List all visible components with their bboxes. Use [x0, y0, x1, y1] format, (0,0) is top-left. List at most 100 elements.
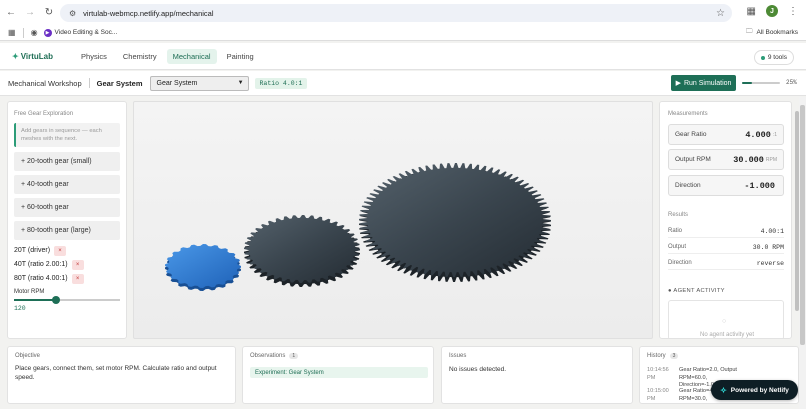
bookmarks-bar: ▦ ◉ ▶ Video Editing & Soc... 🗀 All Bookm…	[0, 25, 806, 41]
result-value: reverse	[756, 259, 784, 267]
tab-mechanical[interactable]: Mechanical	[166, 48, 217, 64]
forward-icon[interactable]: →	[22, 5, 38, 21]
tab-painting[interactable]: Painting	[221, 49, 260, 64]
issues-title: Issues	[449, 353, 467, 359]
remove-gear-button[interactable]: ×	[54, 245, 67, 256]
tab-physics[interactable]: Physics	[75, 49, 113, 64]
reload-icon[interactable]: ↻	[41, 5, 57, 21]
observation-item: Experiment: Gear System	[250, 367, 428, 378]
observations-count: 1	[289, 353, 299, 359]
all-bookmarks[interactable]: 🗀 All Bookmarks	[746, 27, 798, 38]
back-icon[interactable]: ←	[3, 5, 19, 21]
measurement-value: 4.000	[745, 129, 771, 140]
apps-grid-icon[interactable]: ▦	[8, 28, 16, 37]
add-80-tooth-button[interactable]: + 80-tooth gear (large)	[14, 221, 120, 240]
add-40-tooth-button[interactable]: + 40-tooth gear	[14, 175, 120, 194]
netlify-label: Powered by Netlify	[730, 386, 789, 394]
result-label: Direction	[668, 260, 692, 266]
observations-panel: Observations 1 Experiment: Gear System	[242, 346, 434, 404]
netlify-icon: ✧	[720, 385, 727, 395]
bookmark-label: Video Editing & Soc...	[54, 29, 118, 36]
bookmark-star-icon[interactable]: ☆	[716, 8, 725, 19]
all-bookmarks-label: All Bookmarks	[756, 29, 798, 36]
extensions-icon[interactable]: ▦	[747, 6, 756, 17]
motor-rpm-slider[interactable]	[14, 296, 120, 304]
add-60-tooth-button[interactable]: + 60-tooth gear	[14, 198, 120, 217]
motor-rpm-fill	[14, 299, 57, 301]
motor-rpm-label: Motor RPM	[14, 289, 45, 295]
browser-toolbar: ← → ↻ ⚙ virtulab-webmcp.netlify.app/mech…	[0, 0, 806, 25]
measurement-unit: RPM	[765, 156, 777, 163]
browser-menu-icon[interactable]: ⋮	[788, 6, 798, 17]
motor-rpm-thumb[interactable]	[52, 296, 61, 304]
remove-gear-button[interactable]: ×	[71, 259, 84, 270]
tools-badge[interactable]: 9 tools	[753, 50, 794, 65]
results-heading: Results	[668, 212, 689, 218]
page-scrollbar[interactable]	[799, 97, 806, 409]
panel-heading: Free Gear Exploration	[14, 111, 74, 117]
logo-spark-icon: ✦	[12, 51, 19, 61]
measurement-value: 30.000	[733, 154, 764, 165]
observations-title: Observations	[250, 353, 286, 359]
gear-80-tooth[interactable]	[359, 163, 551, 282]
issues-text: No issues detected.	[449, 366, 507, 373]
address-bar[interactable]: ⚙ virtulab-webmcp.netlify.app/mechanical…	[60, 4, 732, 22]
netlify-badge[interactable]: ✧ Powered by Netlify	[711, 380, 798, 400]
experiment-select[interactable]: Gear System ▼	[149, 75, 249, 91]
status-dot-icon	[760, 55, 765, 60]
result-row: Output 30.0 RPM	[668, 241, 784, 254]
experiment-name: Gear System	[96, 78, 143, 88]
gear-controls-panel: Free Gear Exploration Add gears in seque…	[7, 101, 127, 339]
result-row: Direction reverse	[668, 257, 784, 270]
measurement-gear-ratio: Gear Ratio 4.000 :1	[668, 124, 784, 145]
workshop-toolbar: Mechanical Workshop Gear System Gear Sys…	[0, 71, 806, 96]
toolbar-divider	[88, 78, 90, 88]
motor-rpm-value: 120	[14, 305, 26, 312]
agent-activity-label: AGENT ACTIVITY	[673, 288, 725, 294]
measurement-unit: :1	[772, 131, 777, 138]
folder-icon: 🗀	[745, 28, 753, 35]
gear-20-tooth-driver[interactable]	[165, 244, 241, 291]
objective-title: Objective	[15, 353, 41, 359]
agent-empty-text: No agent activity yet	[699, 332, 755, 338]
bookmark-video-editing[interactable]: ▶ Video Editing & Soc...	[43, 28, 118, 37]
tab-chemistry[interactable]: Chemistry	[117, 49, 163, 64]
gear-label: 80T (ratio 4.00:1)	[14, 275, 68, 282]
speed-value: 25%	[786, 79, 797, 86]
gear-40-tooth[interactable]	[244, 215, 360, 287]
logo-text: VirtuLab	[20, 51, 54, 61]
simulation-canvas[interactable]	[133, 101, 653, 339]
play-icon: ▶	[675, 80, 681, 87]
gear-list-item: 80T (ratio 4.00:1) ×	[14, 273, 84, 284]
run-simulation-button[interactable]: ▶ Run Simulation	[671, 75, 736, 91]
agent-activity-box: ○ No agent activity yet	[668, 300, 784, 338]
workshop-title: Mechanical Workshop	[8, 78, 82, 88]
gear-list-item: 40T (ratio 2.00:1) ×	[14, 259, 84, 270]
app-logo[interactable]: ✦ VirtuLab	[12, 52, 53, 61]
app-navbar: ✦ VirtuLab Physics Chemistry Mechanical P…	[0, 43, 806, 70]
result-row: Ratio 4.00:1	[668, 225, 784, 238]
agent-icon: ○	[722, 318, 727, 325]
remove-gear-button[interactable]: ×	[71, 273, 84, 284]
speed-slider[interactable]	[742, 82, 780, 84]
gear-list-item: 20T (driver) ×	[14, 245, 67, 256]
agent-activity-title: ● AGENT ACTIVITY	[668, 288, 725, 294]
measurement-output-rpm: Output RPM 30.000 RPM	[668, 149, 784, 170]
measurement-label: Direction	[675, 182, 701, 189]
result-label: Output	[668, 244, 687, 250]
history-title: History	[647, 353, 666, 359]
site-settings-icon[interactable]: ⚙	[69, 9, 76, 18]
measurement-label: Output RPM	[675, 156, 711, 163]
speed-slider-fill	[742, 82, 752, 84]
url-text: virtulab-webmcp.netlify.app/mechanical	[83, 8, 214, 18]
profile-avatar[interactable]: J	[766, 5, 778, 17]
bookmark-favicon-icon: ▶	[43, 28, 52, 37]
measurements-heading: Measurements	[668, 111, 708, 117]
gear-face	[244, 215, 360, 283]
experiment-select-value: Gear System	[156, 79, 198, 87]
globe-icon[interactable]: ◉	[31, 28, 38, 37]
page-scrollbar-thumb[interactable]	[800, 105, 805, 345]
issues-panel: Issues No issues detected.	[441, 346, 633, 404]
measurement-direction: Direction -1.000	[668, 175, 784, 196]
add-20-tooth-button[interactable]: + 20-tooth gear (small)	[14, 152, 120, 171]
